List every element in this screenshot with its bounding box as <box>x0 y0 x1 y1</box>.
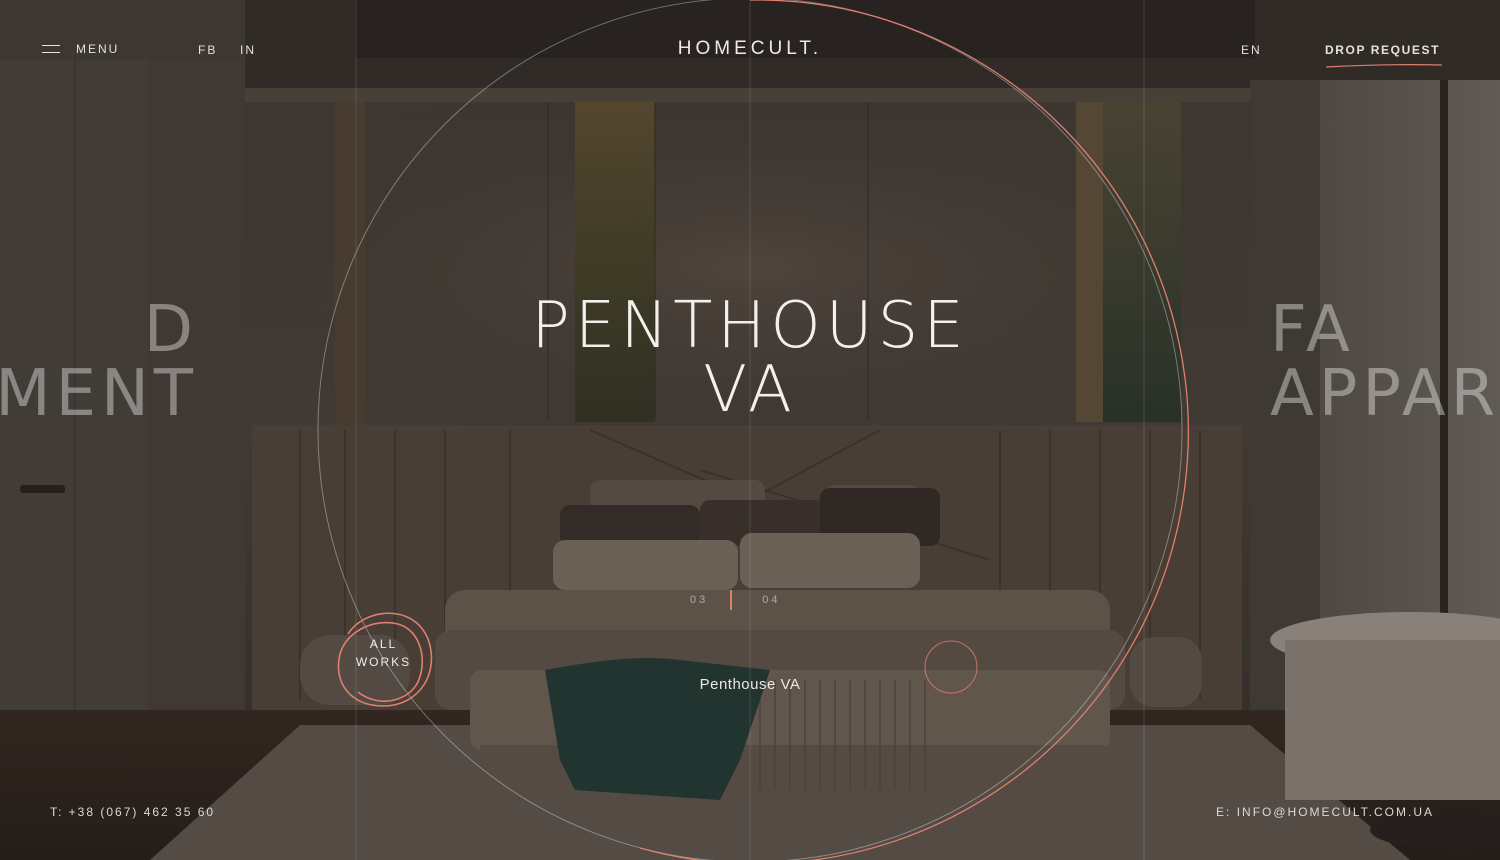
email-link[interactable]: E: INFO@HOMECULT.COM.UA <box>1216 805 1434 819</box>
project-title-line2: VA <box>703 353 797 427</box>
next-title-line2: APPAR <box>1270 357 1500 431</box>
site-logo[interactable]: HOMECULT. <box>0 38 1500 60</box>
next-title-line1: FA <box>1270 293 1355 367</box>
next-slide-number[interactable]: 04 <box>762 594 780 606</box>
previous-title-line1: D <box>143 293 198 367</box>
previous-project-title[interactable]: D MENT <box>0 298 198 426</box>
next-project-title[interactable]: FA APPAR <box>1270 298 1500 426</box>
project-title-line1: PENTHOUSE <box>531 289 969 363</box>
slide-counter: 03 04 <box>690 590 781 610</box>
previous-title-line2: MENT <box>0 357 198 431</box>
counter-divider <box>730 590 733 610</box>
all-works-line2: WORKS <box>355 655 412 669</box>
current-slide-number: 03 <box>690 594 709 606</box>
phone-link[interactable]: T: +38 (067) 462 35 60 <box>50 805 215 819</box>
drop-request-underline <box>1325 64 1443 68</box>
all-works-button[interactable]: ALL WORKS <box>328 604 438 714</box>
slide-caption[interactable]: Penthouse VA <box>0 676 1500 693</box>
drop-request-button[interactable]: DROP REQUEST <box>1325 43 1440 57</box>
all-works-label: ALL WORKS <box>346 635 421 671</box>
all-works-line1: ALL <box>369 637 398 651</box>
project-title: PENTHOUSE VA <box>400 294 1100 422</box>
language-switcher[interactable]: EN <box>1241 43 1262 57</box>
